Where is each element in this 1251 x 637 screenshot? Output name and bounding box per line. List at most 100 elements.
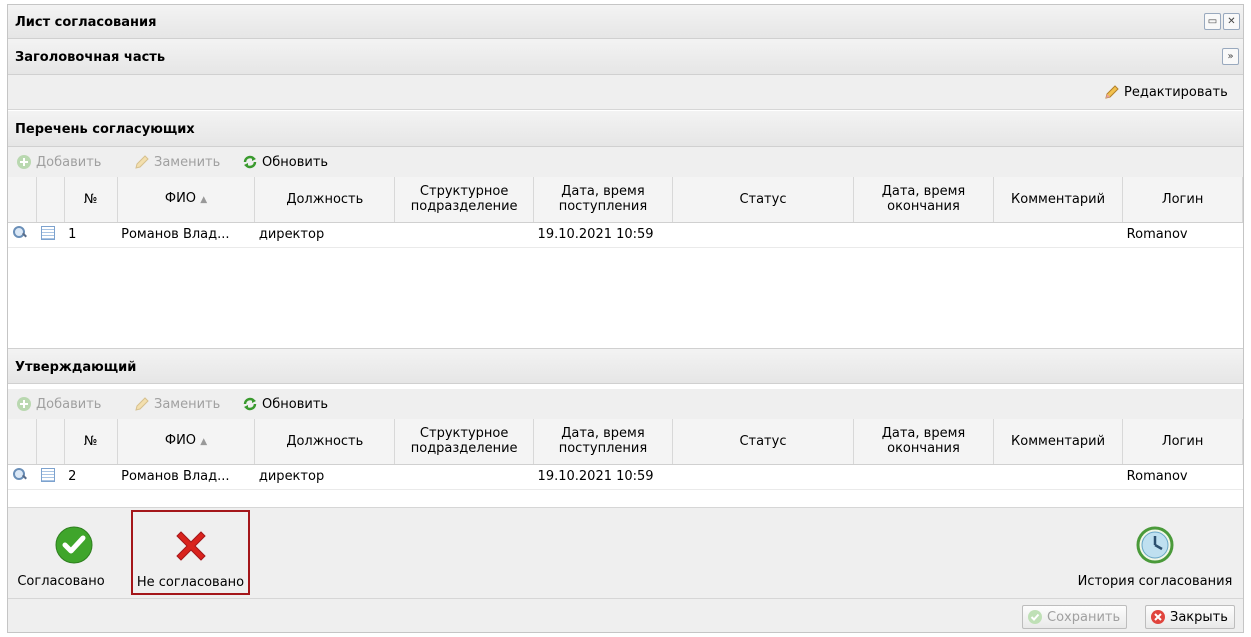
confirmer-add-button[interactable]: Добавить (16, 396, 101, 412)
approve-button[interactable]: Согласовано (17, 526, 105, 589)
col-fio[interactable]: ФИО ▲ (117, 177, 256, 223)
cross-icon (175, 531, 206, 561)
cell-position: директор (254, 464, 395, 490)
col-status[interactable]: Статус (672, 177, 855, 223)
history-button[interactable]: История согласования (1071, 526, 1239, 589)
sort-asc-icon: ▲ (200, 436, 208, 447)
cell-num: 2 (64, 464, 118, 490)
save-label: Сохранить (1047, 609, 1121, 625)
cell-status (672, 222, 854, 248)
col-fio[interactable]: ФИО ▲ (117, 419, 256, 465)
details-icon[interactable] (40, 225, 55, 240)
collapse-icon[interactable]: » (1222, 48, 1239, 65)
header-toolbar: Редактировать (8, 75, 1243, 110)
header-section-bar[interactable]: Заголовочная часть » (8, 39, 1243, 75)
approve-label: Согласовано (17, 574, 105, 589)
approvers-add-button[interactable]: Добавить (16, 154, 101, 170)
col-position[interactable]: Должность (254, 419, 396, 465)
cell-received: 19.10.2021 10:59 (533, 464, 673, 490)
cell-comment (993, 464, 1123, 490)
history-label: История согласования (1077, 574, 1233, 589)
approval-sheet-window: Лист согласования ▭ ✕ Заголовочная часть… (7, 4, 1244, 633)
checkmark-icon (55, 526, 92, 564)
cell-status (672, 464, 854, 490)
approvers-add-label: Добавить (36, 154, 102, 170)
refresh-icon (243, 155, 257, 169)
cell-comment (993, 222, 1123, 248)
decision-panel: Согласовано Не согласовано История согла… (8, 507, 1243, 598)
confirmer-section-bar: Утверждающий (8, 348, 1243, 384)
clock-icon (1136, 526, 1174, 564)
confirmer-refresh-label: Обновить (262, 396, 329, 412)
cell-finished (853, 222, 994, 248)
edit-label: Редактировать (1124, 84, 1228, 100)
close-icon[interactable]: ✕ (1223, 13, 1240, 30)
cell-login: Romanov (1122, 222, 1243, 248)
col-received[interactable]: Дата, время поступления (533, 177, 673, 223)
approvers-toolbar: Добавить Заменить Обновить (8, 147, 1243, 177)
maximize-icon[interactable]: ▭ (1204, 13, 1221, 30)
confirmer-table: № ФИО ▲ Должность Структурное подразделе… (8, 419, 1243, 490)
col-comment[interactable]: Комментарий (993, 177, 1124, 223)
table-row[interactable]: 2 Романов Влад... директор 19.10.2021 10… (8, 464, 1243, 490)
approvers-replace-label: Заменить (154, 154, 221, 170)
col-unit[interactable]: Структурное подразделение (394, 177, 535, 223)
close-label: Закрыть (1170, 609, 1228, 625)
approvers-table: № ФИО ▲ Должность Структурное подразделе… (8, 177, 1243, 248)
col-num[interactable]: № (64, 419, 118, 465)
col-login[interactable]: Логин (1122, 177, 1243, 223)
edit-button[interactable]: Редактировать (1104, 84, 1228, 100)
close-button[interactable]: Закрыть (1145, 605, 1235, 629)
confirmer-section-title: Утверждающий (15, 360, 137, 375)
approvers-section-bar: Перечень согласующих (8, 111, 1243, 147)
close-circle-icon (1151, 610, 1165, 624)
approvers-header-row: № ФИО ▲ Должность Структурное подразделе… (8, 177, 1243, 223)
confirmer-add-label: Добавить (36, 396, 102, 412)
reject-label: Не согласовано (136, 575, 245, 590)
col-finished[interactable]: Дата, время окончания (853, 419, 994, 465)
confirmer-replace-label: Заменить (154, 396, 221, 412)
pencil-icon (1105, 85, 1119, 99)
cell-received: 19.10.2021 10:59 (533, 222, 673, 248)
refresh-icon (243, 397, 257, 411)
cell-fio: Романов Влад... (117, 464, 255, 490)
cell-unit (394, 464, 534, 490)
reject-button[interactable]: Не согласовано (131, 510, 250, 595)
col-unit[interactable]: Структурное подразделение (394, 419, 535, 465)
add-icon (17, 397, 31, 411)
confirmer-replace-button[interactable]: Заменить (134, 396, 220, 412)
approvers-replace-button[interactable]: Заменить (134, 154, 220, 170)
save-button[interactable]: Сохранить (1022, 605, 1128, 629)
cell-fio: Романов Влад... (117, 222, 255, 248)
col-num[interactable]: № (64, 177, 118, 223)
confirmer-refresh-button[interactable]: Обновить (242, 396, 328, 412)
pencil-icon (135, 397, 149, 411)
col-login[interactable]: Логин (1122, 419, 1243, 465)
cell-finished (853, 464, 994, 490)
approvers-refresh-label: Обновить (262, 154, 329, 170)
details-icon[interactable] (40, 467, 55, 482)
check-circle-icon (1028, 610, 1042, 624)
header-section-title: Заголовочная часть (15, 50, 166, 65)
table-row[interactable]: 1 Романов Влад... директор 19.10.2021 10… (8, 222, 1243, 248)
sort-asc-icon: ▲ (200, 194, 208, 205)
approvers-section-title: Перечень согласующих (15, 122, 195, 137)
confirmer-toolbar: Добавить Заменить Обновить (8, 389, 1243, 419)
cell-position: директор (254, 222, 395, 248)
pencil-icon (135, 155, 149, 169)
view-icon[interactable] (12, 225, 27, 240)
cell-num: 1 (64, 222, 118, 248)
approvers-refresh-button[interactable]: Обновить (242, 154, 328, 170)
col-position[interactable]: Должность (254, 177, 396, 223)
view-icon[interactable] (12, 467, 27, 482)
col-comment[interactable]: Комментарий (993, 419, 1124, 465)
cell-login: Romanov (1122, 464, 1243, 490)
col-received[interactable]: Дата, время поступления (533, 419, 673, 465)
window-footer: Сохранить Закрыть (8, 598, 1243, 632)
col-finished[interactable]: Дата, время окончания (853, 177, 994, 223)
window-titlebar: Лист согласования ▭ ✕ (8, 5, 1243, 39)
confirmer-header-row: № ФИО ▲ Должность Структурное подразделе… (8, 419, 1243, 465)
cell-unit (394, 222, 534, 248)
window-title: Лист согласования (15, 15, 157, 30)
col-status[interactable]: Статус (672, 419, 855, 465)
